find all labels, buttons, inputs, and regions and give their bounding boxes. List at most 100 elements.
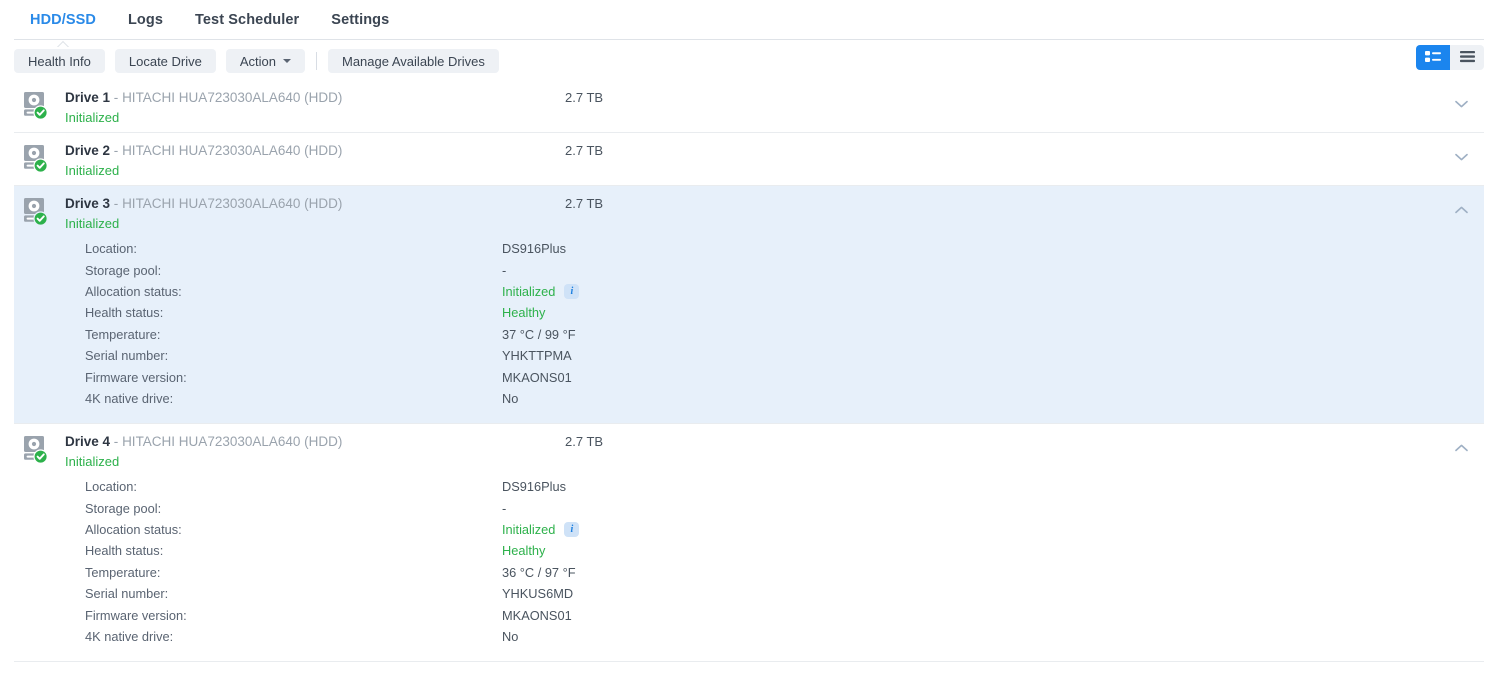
drive-title-separator: - [113, 196, 119, 211]
drive-header-1[interactable]: Drive 1 - HITACHI HUA723030ALA640 (HDD) … [14, 80, 1484, 132]
detail-value-firmware-version: MKAONS01 [502, 369, 572, 385]
info-icon[interactable]: i [564, 522, 580, 538]
detail-value-firmware-version: MKAONS01 [502, 607, 572, 623]
action-label: Action [239, 53, 276, 69]
drive-status: Initialized [65, 163, 120, 178]
tab-settings[interactable]: Settings [315, 0, 405, 42]
drive-title: Drive 3 - HITACHI HUA723030ALA640 (HDD) [65, 195, 565, 212]
action-dropdown-button[interactable]: Action [225, 49, 305, 73]
drive-title-separator: - [113, 143, 119, 158]
detail-value-location: DS916Plus [502, 241, 567, 257]
hdd-status-icon [22, 90, 52, 122]
drive-header-3[interactable]: Drive 3 - HITACHI HUA723030ALA640 (HDD) … [14, 186, 1484, 238]
allocation-status-text: Initialized [502, 283, 556, 299]
locate-drive-label: Locate Drive [128, 53, 202, 69]
detail-value-4k-native: No [502, 390, 519, 406]
detail-row-firmware-version: Firmware version: MKAONS01 [14, 366, 1484, 387]
detail-label-health-status: Health status: [85, 543, 164, 559]
detail-row-4k-native: 4K native drive: No [14, 388, 1484, 409]
hdd-status-icon [22, 196, 52, 228]
detail-row-location: Location: DS916Plus [14, 476, 1484, 497]
toolbar-separator [316, 52, 317, 70]
detail-row-serial-number: Serial number: YHKTTPMA [14, 345, 1484, 366]
drive-row-1[interactable]: Drive 1 - HITACHI HUA723030ALA640 (HDD) … [0, 80, 1498, 133]
collapse-chevron-up-icon[interactable] [1455, 206, 1468, 214]
storage-manager-window: HDD/SSD Logs Test Scheduler Settings Hea… [0, 0, 1498, 700]
list-view-button[interactable] [1450, 45, 1484, 70]
health-info-button[interactable]: Health Info [14, 49, 105, 73]
drive-title: Drive 4 - HITACHI HUA723030ALA640 (HDD) [65, 433, 565, 450]
drive-status: Initialized [65, 454, 120, 470]
tab-hdd-ssd-label: HDD/SSD [30, 12, 96, 28]
detail-value-storage-pool: - [502, 262, 507, 278]
detail-label-health-status: Health status: [85, 305, 164, 321]
drive-name: Drive 3 [65, 196, 111, 211]
drive-model: HITACHI HUA723030ALA640 (HDD) [122, 90, 343, 105]
detail-value-serial-number: YHKUS6MD [502, 586, 574, 602]
drive-details-3: Location: DS916Plus Storage pool: - Allo… [14, 238, 1484, 423]
detail-value-health-status: Healthy [502, 305, 546, 321]
detail-row-location: Location: DS916Plus [14, 238, 1484, 259]
manage-available-drives-label: Manage Available Drives [342, 53, 485, 69]
detail-label-allocation-status: Allocation status: [85, 283, 182, 299]
drive-capacity: 2.7 TB [565, 90, 604, 105]
detail-row-temperature: Temperature: 37 °C / 99 °F [14, 324, 1484, 345]
main-tabs: HDD/SSD Logs Test Scheduler Settings [0, 0, 1498, 40]
detail-row-storage-pool: Storage pool: - [14, 498, 1484, 519]
drive-name: Drive 4 [65, 434, 111, 450]
detail-label-storage-pool: Storage pool: [85, 500, 162, 516]
detail-label-location: Location: [85, 479, 137, 495]
drive-capacity: 2.7 TB [565, 434, 604, 450]
drive-status: Initialized [65, 110, 120, 125]
drive-details-4: Location: DS916Plus Storage pool: - Allo… [14, 476, 1484, 661]
drive-title: Drive 2 - HITACHI HUA723030ALA640 (HDD) [65, 142, 565, 159]
info-icon[interactable]: i [564, 283, 580, 299]
detail-value-temperature: 37 °C / 99 °F [502, 326, 576, 342]
manage-available-drives-button[interactable]: Manage Available Drives [328, 49, 499, 73]
drive-row-3[interactable]: Drive 3 - HITACHI HUA723030ALA640 (HDD) … [0, 186, 1498, 425]
detail-row-serial-number: Serial number: YHKUS6MD [14, 583, 1484, 604]
detail-label-temperature: Temperature: [85, 564, 161, 580]
drive-header-2[interactable]: Drive 2 - HITACHI HUA723030ALA640 (HDD) … [14, 133, 1484, 185]
chevron-down-icon [283, 59, 291, 63]
drive-model: HITACHI HUA723030ALA640 (HDD) [122, 434, 343, 450]
drive-name: Drive 1 [65, 90, 111, 105]
detail-value-storage-pool: - [502, 500, 507, 516]
expand-chevron-down-icon[interactable] [1455, 153, 1468, 161]
drive-status: Initialized [65, 216, 120, 231]
detail-value-health-status: Healthy [502, 543, 546, 559]
drive-name: Drive 2 [65, 143, 111, 158]
hdd-status-icon [22, 434, 52, 466]
drive-row-2[interactable]: Drive 2 - HITACHI HUA723030ALA640 (HDD) … [0, 133, 1498, 186]
detail-value-temperature: 36 °C / 97 °F [502, 564, 576, 580]
drive-capacity: 2.7 TB [565, 196, 604, 211]
detail-value-allocation-status: Initialized i [502, 522, 580, 538]
tab-hdd-ssd[interactable]: HDD/SSD [14, 0, 112, 42]
detail-label-storage-pool: Storage pool: [85, 262, 162, 278]
tab-test-scheduler[interactable]: Test Scheduler [179, 0, 315, 42]
detail-row-4k-native: 4K native drive: No [14, 626, 1484, 647]
detail-value-location: DS916Plus [502, 479, 567, 495]
detail-row-allocation-status: Allocation status: Initialized i [14, 519, 1484, 540]
collapse-chevron-up-icon[interactable] [1455, 444, 1468, 452]
detail-row-temperature: Temperature: 36 °C / 97 °F [14, 562, 1484, 583]
detail-row-storage-pool: Storage pool: - [14, 259, 1484, 280]
detail-label-temperature: Temperature: [85, 326, 161, 342]
detail-label-location: Location: [85, 241, 137, 257]
detail-label-serial-number: Serial number: [85, 586, 169, 602]
expand-chevron-down-icon[interactable] [1455, 100, 1468, 108]
view-mode-toggle [1416, 45, 1484, 70]
tab-logs[interactable]: Logs [112, 0, 179, 42]
drive-title: Drive 1 - HITACHI HUA723030ALA640 (HDD) [65, 89, 565, 106]
detail-row-health-status: Health status: Healthy [14, 540, 1484, 561]
drive-model: HITACHI HUA723030ALA640 (HDD) [122, 143, 343, 158]
drive-list: Drive 1 - HITACHI HUA723030ALA640 (HDD) … [0, 80, 1498, 663]
drive-header-4[interactable]: Drive 4 - HITACHI HUA723030ALA640 (HDD) … [14, 424, 1484, 476]
drive-toolbar: Health Info Locate Drive Action Manage A… [0, 40, 1498, 78]
drive-row-4[interactable]: Drive 4 - HITACHI HUA723030ALA640 (HDD) … [0, 424, 1498, 663]
detail-value-serial-number: YHKTTPMA [502, 348, 572, 364]
detail-view-button[interactable] [1416, 45, 1450, 70]
detail-label-serial-number: Serial number: [85, 348, 169, 364]
hdd-status-icon [22, 143, 52, 175]
locate-drive-button[interactable]: Locate Drive [114, 49, 216, 73]
